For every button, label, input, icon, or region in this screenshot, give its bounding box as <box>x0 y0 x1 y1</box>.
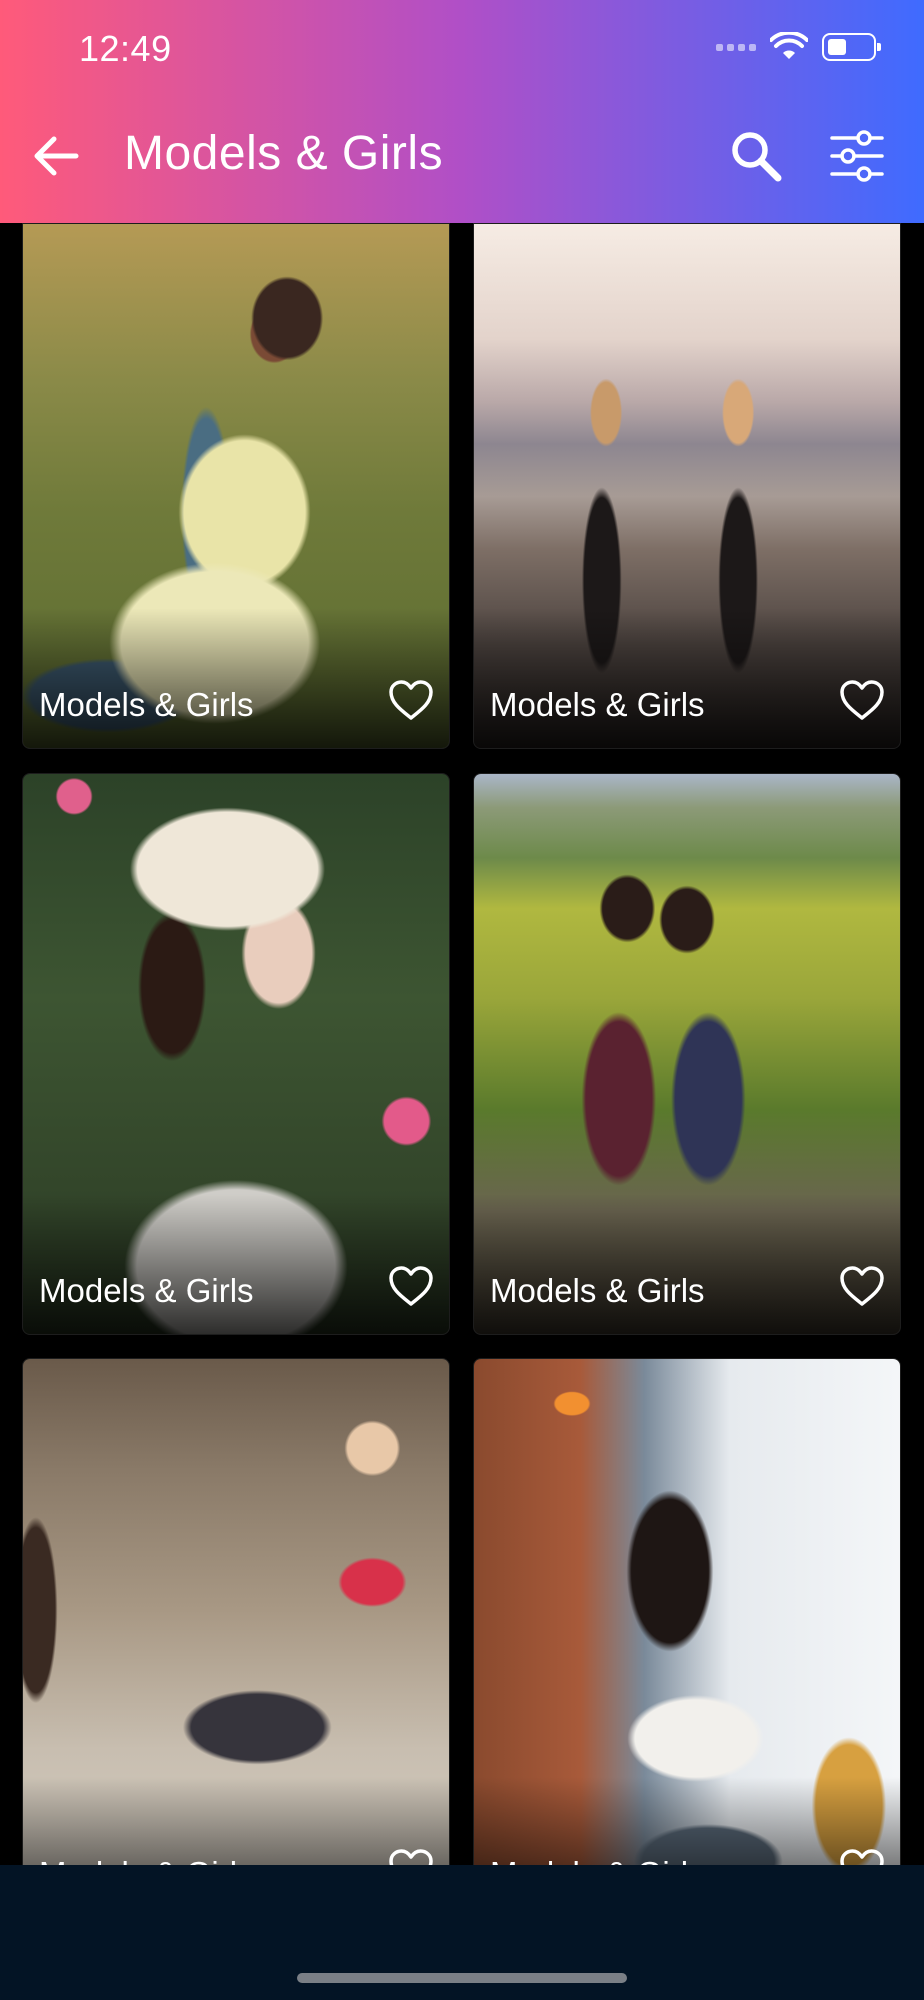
sliders-icon <box>830 130 884 182</box>
wallpaper-card[interactable]: Models & Girls <box>473 1358 901 1865</box>
battery-icon <box>822 33 881 61</box>
back-button[interactable] <box>30 130 82 182</box>
wallpaper-card[interactable]: Models & Girls <box>473 223 901 749</box>
status-icons <box>716 32 881 62</box>
wifi-icon <box>770 32 808 59</box>
arrow-left-icon <box>34 136 79 176</box>
home-indicator[interactable] <box>297 1973 627 1983</box>
card-label: Models & Girls <box>39 686 254 723</box>
card-label: Models & Girls <box>490 1272 705 1309</box>
card-label: Models & Girls <box>490 1855 705 1865</box>
search-icon <box>732 132 782 182</box>
heart-icon[interactable] <box>387 678 435 722</box>
heart-icon[interactable] <box>387 1264 435 1308</box>
card-label: Models & Girls <box>39 1272 254 1309</box>
heart-icon[interactable] <box>838 678 886 722</box>
wallpaper-card[interactable]: Models & Girls <box>22 223 450 749</box>
app-header: 12:49 Models & Girls <box>0 0 924 223</box>
wallpaper-grid: Models & Girls Models & Girls Models & G… <box>0 223 924 1865</box>
wallpaper-card[interactable]: Models & Girls <box>22 773 450 1335</box>
wallpaper-card[interactable]: Models & Girls <box>22 1358 450 1865</box>
filter-button[interactable] <box>828 128 886 184</box>
status-time: 12:49 <box>79 28 172 69</box>
cellular-signal-icon <box>716 43 756 51</box>
heart-icon[interactable] <box>838 1264 886 1308</box>
heart-icon[interactable] <box>838 1847 886 1865</box>
card-label: Models & Girls <box>39 1855 254 1865</box>
wallpaper-card[interactable]: Models & Girls <box>473 773 901 1335</box>
heart-icon[interactable] <box>387 1847 435 1865</box>
page-title: Models & Girls <box>124 127 444 180</box>
card-label: Models & Girls <box>490 686 705 723</box>
search-button[interactable] <box>728 128 784 184</box>
